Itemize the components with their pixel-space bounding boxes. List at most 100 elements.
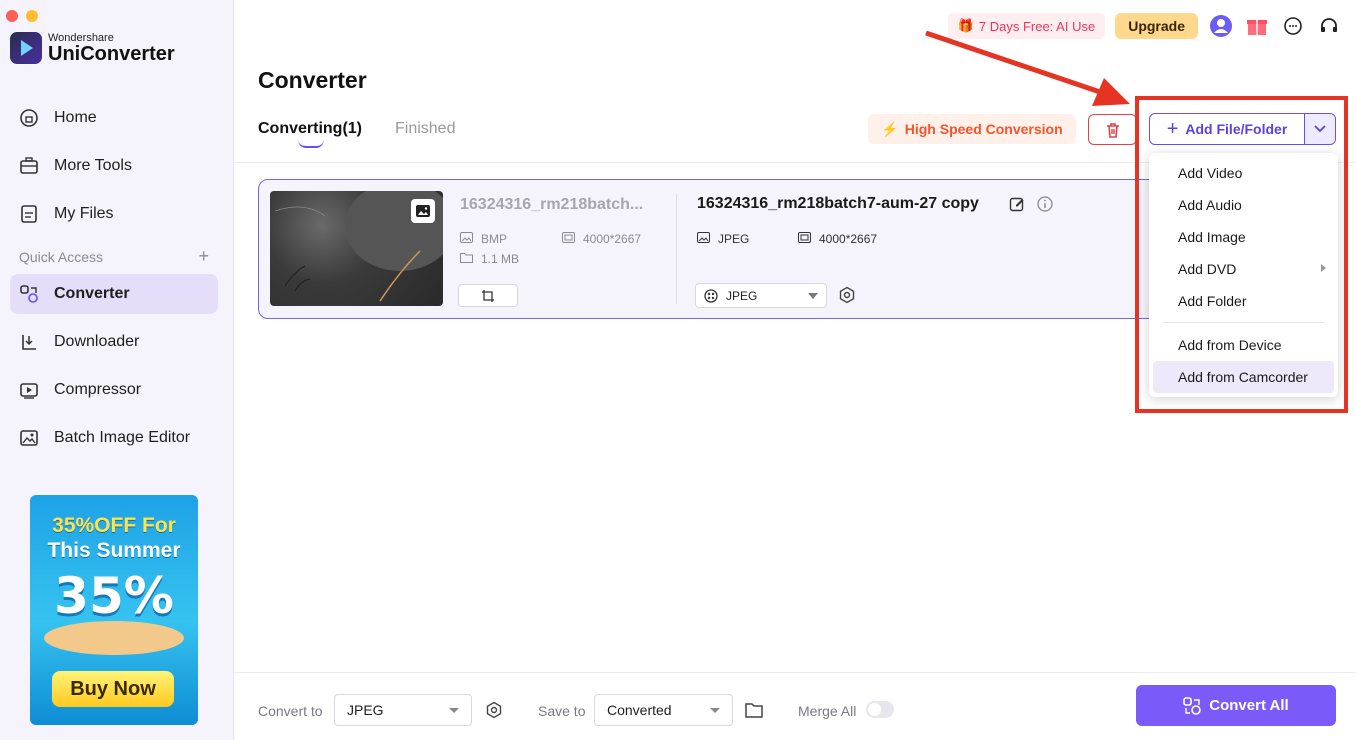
source-size-value: 1.1 MB bbox=[481, 252, 520, 266]
nav-main: Home More Tools My Files bbox=[10, 98, 218, 234]
source-format-value: BMP bbox=[481, 232, 508, 246]
sidebar-item-downloader[interactable]: Downloader bbox=[10, 322, 218, 362]
sidebar-item-label: My Files bbox=[54, 205, 114, 222]
promo-line2: This Summer bbox=[47, 539, 181, 562]
chat-icon[interactable] bbox=[1280, 13, 1306, 39]
ai-offer-label: 7 Days Free: AI Use bbox=[978, 18, 1096, 34]
output-file-name: 16324316_rm218batch7-aum-27 copy bbox=[697, 195, 979, 212]
gift-box-icon[interactable] bbox=[1244, 13, 1270, 39]
high-speed-conversion-button[interactable]: ⚡ High Speed Conversion bbox=[868, 114, 1076, 144]
page-title: Converter bbox=[258, 67, 367, 93]
convert-all-label: Convert All bbox=[1209, 697, 1289, 714]
trash-icon bbox=[1106, 122, 1119, 138]
merge-all-toggle[interactable] bbox=[866, 701, 894, 718]
avatar[interactable] bbox=[1208, 13, 1234, 39]
delete-button[interactable] bbox=[1088, 114, 1137, 145]
home-icon bbox=[18, 107, 40, 129]
sidebar-item-compressor[interactable]: Compressor bbox=[10, 370, 218, 410]
headset-icon[interactable] bbox=[1316, 13, 1342, 39]
sidebar-item-more-tools[interactable]: More Tools bbox=[10, 146, 218, 186]
save-to-label: Save to bbox=[538, 703, 586, 719]
image-format-icon bbox=[697, 232, 710, 246]
caret-down-icon bbox=[449, 707, 459, 713]
buy-now-button[interactable]: Buy Now bbox=[52, 671, 174, 707]
folder-icon bbox=[460, 252, 473, 266]
convert-to-value: JPEG bbox=[347, 702, 384, 718]
info-icon[interactable] bbox=[1037, 196, 1053, 212]
window-controls bbox=[6, 10, 38, 22]
save-to-select[interactable]: Converted bbox=[594, 694, 733, 726]
convert-icon bbox=[1183, 696, 1202, 715]
top-bar: 🎁 7 Days Free: AI Use Upgrade bbox=[947, 13, 1342, 39]
crop-button[interactable] bbox=[458, 284, 518, 307]
output-settings-icon[interactable] bbox=[485, 701, 503, 719]
annotation-highlight-box bbox=[1135, 96, 1348, 413]
output-resolution-value: 4000*2667 bbox=[819, 232, 878, 246]
caret-down-icon bbox=[808, 292, 818, 299]
brand-product: UniConverter bbox=[48, 42, 175, 65]
caret-down-icon bbox=[710, 707, 720, 713]
sidebar-item-label: More Tools bbox=[54, 157, 132, 174]
brand: Wondershare UniConverter bbox=[10, 32, 175, 64]
quick-access-label: Quick Access bbox=[19, 249, 104, 265]
tab-bar: Converting(1) Finished bbox=[258, 120, 455, 148]
minimize-window-button[interactable] bbox=[26, 10, 38, 22]
compress-icon bbox=[18, 379, 40, 401]
lightning-icon: ⚡ bbox=[881, 120, 899, 137]
edit-name-icon[interactable] bbox=[1009, 196, 1025, 212]
resolution-icon bbox=[562, 232, 575, 246]
toolbox-icon bbox=[18, 155, 40, 177]
promo-line1: 35%OFF For bbox=[52, 514, 176, 537]
quick-access-header: Quick Access + bbox=[19, 247, 209, 265]
source-file-name: 16324316_rm218batch... bbox=[460, 196, 644, 213]
sidebar-item-my-files[interactable]: My Files bbox=[10, 194, 218, 234]
format-icon bbox=[704, 288, 718, 303]
bottom-bar: Convert to JPEG Save to Converted Merge … bbox=[234, 672, 1356, 740]
sidebar-item-label: Home bbox=[54, 109, 97, 126]
ai-offer-badge[interactable]: 🎁 7 Days Free: AI Use bbox=[947, 13, 1106, 39]
output-actions bbox=[1009, 196, 1053, 212]
brand-company: Wondershare bbox=[48, 31, 114, 44]
sidebar-item-converter[interactable]: Converter bbox=[10, 274, 218, 314]
upgrade-button[interactable]: Upgrade bbox=[1115, 13, 1198, 39]
card-separator bbox=[676, 194, 677, 304]
resolution-icon bbox=[798, 232, 811, 246]
output-format-select-value: JPEG bbox=[726, 288, 758, 303]
file-card[interactable]: 16324316_rm218batch... BMP 4000*2667 1.1… bbox=[258, 179, 1158, 319]
source-resolution-value: 4000*2667 bbox=[583, 232, 642, 246]
crop-icon bbox=[482, 289, 494, 302]
high-speed-label: High Speed Conversion bbox=[904, 121, 1063, 137]
app-logo-icon bbox=[10, 32, 42, 64]
source-resolution: 4000*2667 bbox=[562, 232, 641, 246]
output-format-select[interactable]: JPEG bbox=[695, 283, 827, 308]
image-type-icon bbox=[411, 199, 435, 223]
add-quick-access-icon[interactable]: + bbox=[198, 247, 209, 265]
file-thumbnail[interactable] bbox=[270, 191, 443, 306]
settings-icon[interactable] bbox=[838, 286, 856, 304]
sidebar-item-label: Downloader bbox=[54, 333, 140, 350]
merge-all-label: Merge All bbox=[798, 703, 857, 719]
nav-quick-access: Converter Downloader Compressor Batch Im… bbox=[10, 274, 218, 458]
image-edit-icon bbox=[18, 427, 40, 449]
tab-converting[interactable]: Converting(1) bbox=[258, 120, 362, 148]
output-format-value: JPEG bbox=[718, 232, 750, 246]
promo-discount: 35% bbox=[54, 567, 174, 625]
converter-icon bbox=[18, 283, 40, 305]
convert-to-select[interactable]: JPEG bbox=[334, 694, 472, 726]
convert-all-button[interactable]: Convert All bbox=[1136, 685, 1336, 726]
open-folder-icon[interactable] bbox=[745, 702, 763, 718]
sidebar-item-label: Compressor bbox=[54, 381, 142, 398]
output-format: JPEG bbox=[697, 232, 749, 246]
convert-to-label: Convert to bbox=[258, 703, 323, 719]
promo-banner[interactable]: 35%OFF For This Summer 35% Buy Now bbox=[30, 495, 198, 725]
sidebar-item-label: Batch Image Editor bbox=[54, 429, 191, 446]
output-resolution: 4000*2667 bbox=[798, 232, 877, 246]
sidebar-item-home[interactable]: Home bbox=[10, 98, 218, 138]
sidebar-item-label: Converter bbox=[54, 285, 130, 302]
tab-finished[interactable]: Finished bbox=[395, 120, 455, 138]
sidebar-item-batch-image-editor[interactable]: Batch Image Editor bbox=[10, 418, 218, 458]
sidebar: Wondershare UniConverter Home More Tools… bbox=[0, 0, 234, 740]
save-to-value: Converted bbox=[607, 702, 672, 718]
source-size: 1.1 MB bbox=[460, 252, 519, 266]
close-window-button[interactable] bbox=[6, 10, 18, 22]
